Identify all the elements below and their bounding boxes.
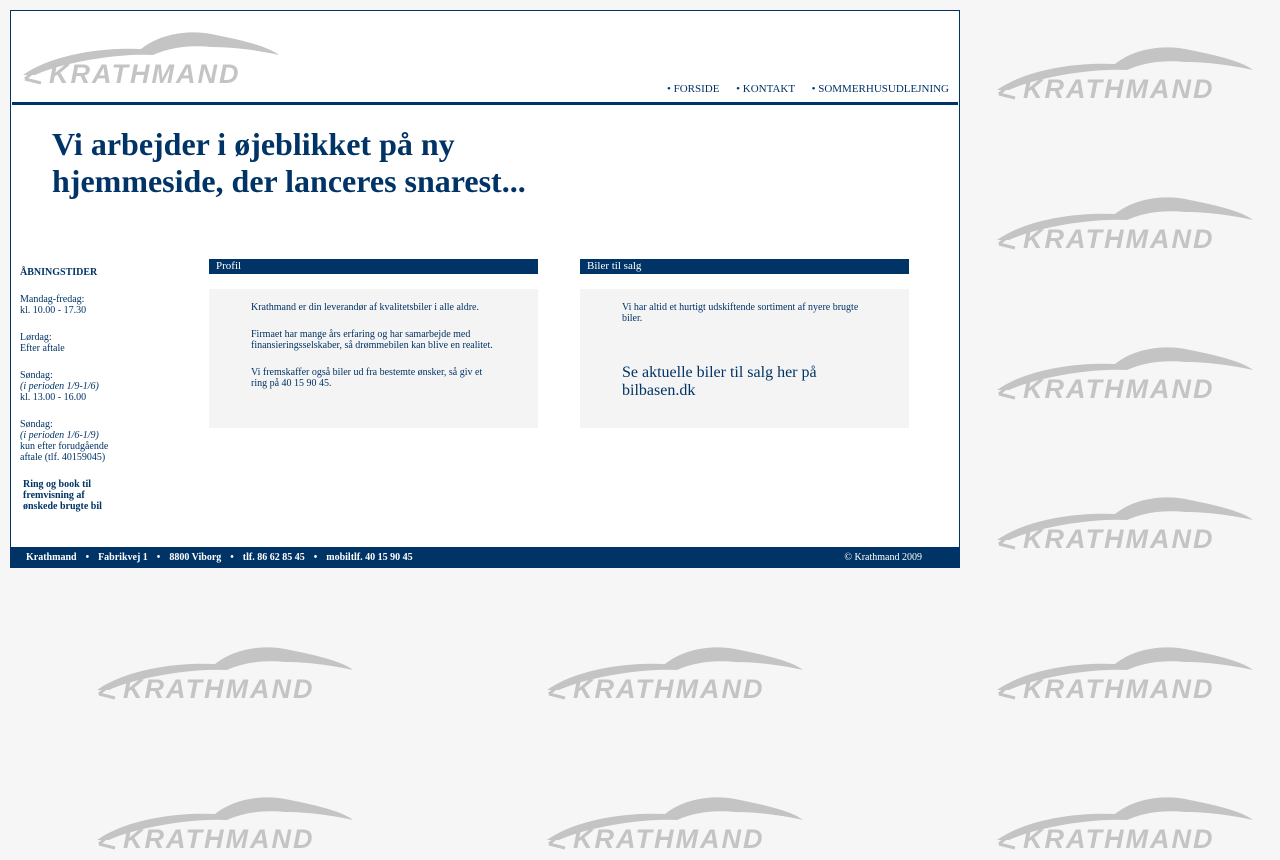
- svg-text:KRATHMAND: KRATHMAND: [1023, 674, 1214, 704]
- watermark-logo: KRATHMAND: [995, 790, 1255, 860]
- cars-panel-body: Vi har altid et hurtigt udskiftende sort…: [580, 289, 909, 428]
- cars-for-sale-panel: Biler til salg Vi har altid et hurtigt u…: [580, 259, 909, 428]
- hours-sunday-winter: Søndag: (i perioden 1/9-1/6) kl. 13.00 -…: [20, 370, 130, 403]
- footer: Krathmand • Fabrikvej 1 • 8800 Viborg • tlf. 8…: [10, 547, 960, 568]
- top-navigation: • FORSIDE • KONTAKT • SOMMERHUSUDLEJNING: [653, 83, 949, 95]
- sunday-summer-period: (i perioden 1/6-1/9): [20, 430, 99, 441]
- footer-separator: •: [156, 552, 161, 563]
- footer-contact: Krathmand • Fabrikvej 1 • 8800 Viborg • tlf. 8…: [26, 547, 413, 568]
- content-frame: KRATHMAND • FORSIDE • KONTAKT • SOMMERHU…: [10, 10, 960, 548]
- sunday-summer-label: Søndag:: [20, 419, 53, 430]
- watermark-logo: KRATHMAND: [545, 790, 805, 860]
- footer-phone: tlf. 86 62 85 45: [242, 552, 305, 563]
- watermark-logo: KRATHMAND: [995, 40, 1255, 110]
- cars-paragraph: Vi har altid et hurtigt udskiftende sort…: [622, 302, 859, 324]
- profile-paragraph: Firmaet har mange års erfaring og har sa…: [251, 329, 493, 351]
- header-divider: [12, 102, 958, 105]
- page-headline: Vi arbejder i øjeblikket på ny hjemmesid…: [52, 126, 526, 199]
- krathmand-logo[interactable]: KRATHMAND: [21, 25, 281, 89]
- svg-text:KRATHMAND: KRATHMAND: [49, 59, 240, 89]
- profile-paragraph: Krathmand er din leverandør af kvalitets…: [251, 302, 479, 313]
- nav-sommerhusudlejning-link[interactable]: • SOMMERHUSUDLEJNING: [812, 83, 949, 95]
- footer-company-name: Krathmand: [26, 552, 77, 563]
- sunday-summer-time: kun efter forudgående aftale (tlf. 40159…: [20, 441, 109, 463]
- profile-panel-body: Krathmand er din leverandør af kvalitets…: [209, 289, 538, 428]
- hours-weekdays: Mandag-fredag: kl. 10.00 - 17.30: [20, 294, 130, 316]
- watermark-logo: KRATHMAND: [995, 490, 1255, 560]
- weekdays-time: kl. 10.00 - 17.30: [20, 305, 87, 316]
- sunday-winter-time: kl. 13.00 - 16.00: [20, 392, 87, 403]
- svg-text:KRATHMAND: KRATHMAND: [1023, 374, 1214, 404]
- nav-kontakt-link[interactable]: • KONTAKT: [736, 83, 795, 95]
- watermark-logo: KRATHMAND: [545, 640, 805, 710]
- profile-panel-header: Profil: [209, 259, 538, 274]
- profile-paragraph: Vi fremskaffer også biler ud fra bestemt…: [251, 367, 483, 389]
- sunday-winter-period: (i perioden 1/9-1/6): [20, 381, 99, 392]
- svg-text:KRATHMAND: KRATHMAND: [1023, 524, 1214, 554]
- saturday-time: Efter aftale: [20, 343, 65, 354]
- saturday-label: Lørdag:: [20, 332, 52, 343]
- watermark-logo: KRATHMAND: [95, 640, 355, 710]
- booking-call-to-action: Ring og book til fremvisning af ønskede …: [23, 479, 102, 512]
- watermark-logo: KRATHMAND: [995, 190, 1255, 260]
- svg-text:KRATHMAND: KRATHMAND: [123, 674, 314, 704]
- watermark-logo: KRATHMAND: [995, 340, 1255, 410]
- opening-hours-title: ÅBNINGSTIDER: [20, 267, 98, 278]
- weekdays-label: Mandag-fredag:: [20, 294, 85, 305]
- footer-street: Fabrikvej 1: [98, 552, 148, 563]
- hours-sunday-summer: Søndag: (i perioden 1/6-1/9) kun efter f…: [20, 419, 130, 463]
- svg-text:KRATHMAND: KRATHMAND: [123, 824, 314, 854]
- footer-separator: •: [85, 552, 90, 563]
- footer-separator: •: [230, 552, 234, 563]
- svg-text:KRATHMAND: KRATHMAND: [573, 674, 764, 704]
- svg-text:KRATHMAND: KRATHMAND: [1023, 74, 1214, 104]
- watermark-logo: KRATHMAND: [95, 790, 355, 860]
- footer-copyright: © Krathmand 2009: [844, 552, 922, 563]
- footer-separator: •: [313, 552, 318, 563]
- bilbasen-link[interactable]: Se aktuelle biler til salg her på bilbas…: [622, 364, 869, 400]
- profile-panel: Profil Krathmand er din leverandør af kv…: [209, 259, 538, 428]
- svg-text:KRATHMAND: KRATHMAND: [1023, 224, 1214, 254]
- footer-city: 8800 Viborg: [169, 552, 222, 563]
- hours-saturday: Lørdag: Efter aftale: [20, 332, 130, 354]
- opening-hours: ÅBNINGSTIDER Mandag-fredag: kl. 10.00 - …: [20, 267, 130, 512]
- footer-mobile: mobiltlf. 40 15 90 45: [326, 552, 413, 563]
- cars-panel-header: Biler til salg: [580, 259, 909, 274]
- watermark-logo: KRATHMAND: [995, 640, 1255, 710]
- svg-text:KRATHMAND: KRATHMAND: [573, 824, 764, 854]
- sunday-winter-label: Søndag:: [20, 370, 53, 381]
- svg-text:KRATHMAND: KRATHMAND: [1023, 824, 1214, 854]
- nav-forside-link[interactable]: • FORSIDE: [667, 83, 719, 95]
